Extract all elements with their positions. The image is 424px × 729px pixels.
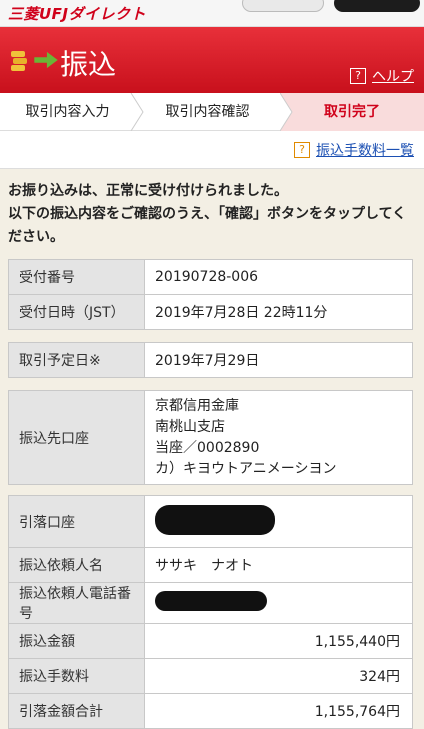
sender-phone-value bbox=[144, 582, 413, 624]
sender-name-label: 振込依頼人名 bbox=[8, 547, 145, 583]
amount-value: 1,155,440円 bbox=[144, 623, 413, 659]
fee-list-label: 振込手数料一覧 bbox=[316, 143, 414, 159]
fee-label: 振込手数料 bbox=[8, 658, 145, 694]
help-link[interactable]: ? ヘルプ bbox=[350, 66, 414, 86]
brand-logo: 三菱UFJダイレクト bbox=[8, 5, 147, 23]
receipt-number-label: 受付番号 bbox=[8, 259, 145, 295]
top-button-dark[interactable] bbox=[334, 0, 420, 12]
table-row: 振込先口座 京都信用金庫 南桃山支店 当座／0002890 カ）キヨウトアニメー… bbox=[8, 390, 413, 485]
fee-value: 324円 bbox=[144, 658, 413, 694]
sender-phone-label: 振込依頼人電話番号 bbox=[8, 582, 145, 624]
step-input: 取引内容入力 bbox=[25, 104, 110, 120]
completion-message: お振り込みは、正常に受け付けられました。 以下の振込内容をご確認のうえ、「確認」… bbox=[8, 183, 407, 245]
step-complete: 取引完了 bbox=[280, 93, 424, 131]
table-row: 受付番号 20190728-006 bbox=[8, 259, 413, 295]
table-row: 取引予定日※ 2019年7月29日 bbox=[8, 342, 413, 378]
question-icon: ? bbox=[294, 142, 310, 158]
payee-table: 振込先口座 京都信用金庫 南桃山支店 当座／0002890 カ）キヨウトアニメー… bbox=[8, 390, 413, 485]
total-label: 引落金額合計 bbox=[8, 693, 145, 729]
receipt-number-value: 20190728-006 bbox=[144, 259, 413, 295]
payee-label: 振込先口座 bbox=[8, 390, 145, 485]
question-icon: ? bbox=[350, 68, 366, 84]
redacted-block bbox=[155, 504, 275, 535]
table-row: 引落口座 bbox=[8, 495, 413, 548]
table-row: 振込依頼人名 ササキ ナオト bbox=[8, 547, 413, 583]
receipt-datetime-label: 受付日時（JST） bbox=[8, 294, 145, 330]
arrow-right-icon bbox=[34, 51, 58, 69]
schedule-value: 2019年7月29日 bbox=[144, 342, 413, 378]
fee-link-bar: ? 振込手数料一覧 bbox=[0, 131, 424, 169]
redacted-block bbox=[155, 591, 267, 611]
payee-bank: 京都信用金庫 bbox=[155, 397, 239, 414]
details-table: 引落口座 振込依頼人名 ササキ ナオト 振込依頼人電話番号 振込金額 1,155… bbox=[8, 495, 413, 729]
fee-list-link[interactable]: ? 振込手数料一覧 bbox=[294, 140, 414, 160]
step-confirm: 取引内容確認 bbox=[165, 104, 250, 120]
top-bar: 三菱UFJダイレクト bbox=[0, 0, 424, 27]
amount-label: 振込金額 bbox=[8, 623, 145, 659]
step-chevron-icon bbox=[280, 93, 293, 131]
payee-value: 京都信用金庫 南桃山支店 当座／0002890 カ）キヨウトアニメーシヨン bbox=[144, 390, 413, 485]
sender-name-value: ササキ ナオト bbox=[144, 547, 413, 583]
table-row: 受付日時（JST） 2019年7月28日 22時11分 bbox=[8, 294, 413, 330]
receipt-table: 受付番号 20190728-006 受付日時（JST） 2019年7月28日 2… bbox=[8, 259, 413, 330]
payee-name: カ）キヨウトアニメーシヨン bbox=[155, 460, 337, 477]
coin-stack-icon bbox=[11, 51, 27, 71]
schedule-table: 取引予定日※ 2019年7月29日 bbox=[8, 342, 413, 378]
payee-account: 当座／0002890 bbox=[155, 439, 260, 456]
table-row: 振込金額 1,155,440円 bbox=[8, 623, 413, 659]
debit-account-value bbox=[144, 495, 413, 548]
debit-account-label: 引落口座 bbox=[8, 495, 145, 548]
schedule-label: 取引予定日※ bbox=[8, 342, 145, 378]
help-label: ヘルプ bbox=[372, 69, 414, 85]
table-row: 振込手数料 324円 bbox=[8, 658, 413, 694]
payee-branch: 南桃山支店 bbox=[155, 418, 225, 435]
receipt-datetime-value: 2019年7月28日 22時11分 bbox=[144, 294, 413, 330]
page-header: 振込 ? ヘルプ bbox=[0, 27, 424, 93]
table-row: 引落金額合計 1,155,764円 bbox=[8, 693, 413, 729]
total-value: 1,155,764円 bbox=[144, 693, 413, 729]
top-button-light[interactable] bbox=[242, 0, 324, 12]
table-row: 振込依頼人電話番号 bbox=[8, 582, 413, 624]
page-title: 振込 bbox=[60, 48, 117, 81]
step-indicator: 取引内容入力 取引内容確認 取引完了 bbox=[0, 93, 424, 131]
